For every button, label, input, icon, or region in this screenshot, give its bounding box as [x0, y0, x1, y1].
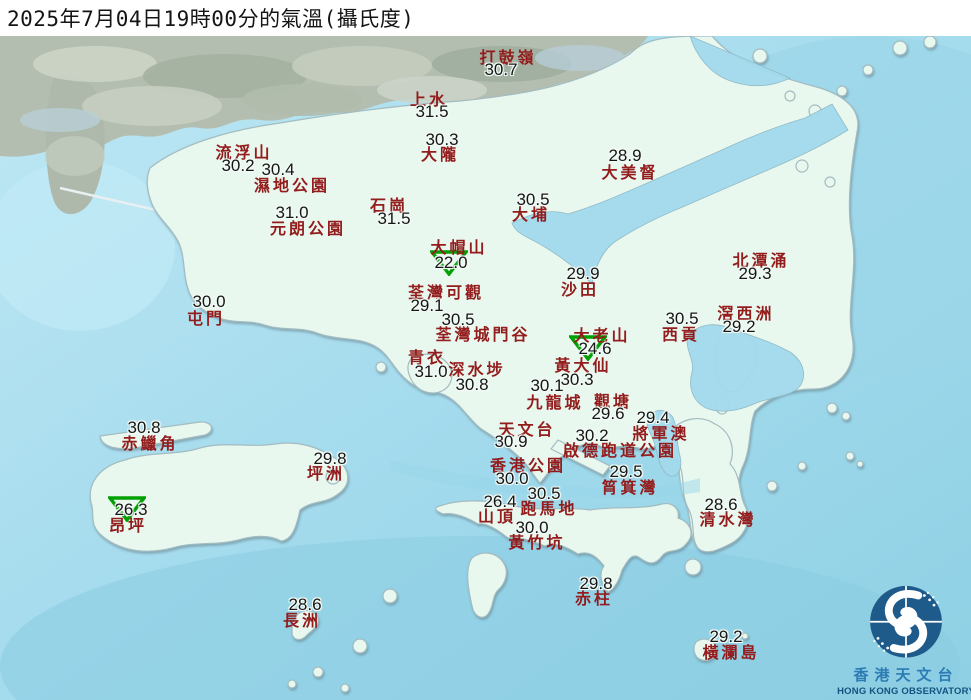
station-value: 29.4: [636, 408, 669, 428]
station-value: 29.9: [566, 264, 599, 284]
title-bar: 2025年7月04日19時00分的氣溫(攝氏度): [0, 0, 971, 36]
station-value: 30.0: [192, 292, 225, 312]
page-title: 2025年7月04日19時00分的氣溫(攝氏度): [0, 3, 414, 33]
station-value: 30.2: [221, 156, 254, 176]
station-value: 29.8: [313, 449, 346, 469]
hko-logo-name-en: HONG KONG OBSERVATORY: [837, 686, 971, 697]
tung-lung-island: [685, 559, 701, 575]
station-value: 26.3: [114, 500, 147, 520]
station-value: 29.8: [579, 574, 612, 594]
station-value: 30.4: [261, 160, 294, 180]
hko-temperature-map-app: 2025年7月04日19時00分的氣溫(攝氏度): [0, 0, 971, 700]
station-value: 30.9: [494, 432, 527, 452]
hko-logo-name-zh: 香港天文台: [853, 664, 958, 685]
station-value: 31.0: [414, 362, 447, 382]
station-value: 30.5: [665, 309, 698, 329]
station-value: 29.2: [722, 317, 755, 337]
station-value: 30.1: [530, 376, 563, 396]
station-value: 30.5: [516, 190, 549, 210]
station-value: 30.0: [495, 469, 528, 489]
station-value: 30.0: [515, 518, 548, 538]
station-value: 24.6: [578, 339, 611, 359]
station-value: 30.3: [425, 130, 458, 150]
station-value: 29.5: [609, 462, 642, 482]
station-value: 31.5: [415, 102, 448, 122]
station-value: 29.1: [410, 296, 443, 316]
station-value: 31.0: [275, 203, 308, 223]
station-value: 29.2: [709, 627, 742, 647]
station-value: 29.3: [738, 264, 771, 284]
station-value: 31.5: [377, 209, 410, 229]
station-value: 26.4: [483, 492, 516, 512]
station-value: 30.3: [560, 370, 593, 390]
hko-logo: 香港天文台 HONG KONG OBSERVATORY: [845, 585, 967, 697]
station-value: 28.6: [288, 595, 321, 615]
station-value: 30.5: [441, 310, 474, 330]
station-value: 28.6: [704, 495, 737, 515]
map-region: 30.7打鼓嶺31.5上水30.3大隴30.2流浮山30.4濕地公園31.0元朗…: [0, 36, 971, 700]
station-value: 30.7: [484, 60, 517, 80]
hko-logo-icon: [861, 585, 951, 662]
station-value: 29.6: [591, 404, 624, 424]
station-value: 22.0: [434, 253, 467, 273]
station-value: 30.2: [575, 426, 608, 446]
station-value: 30.8: [127, 418, 160, 438]
station-value: 30.8: [455, 375, 488, 395]
station-value: 28.9: [608, 146, 641, 166]
station-value: 30.5: [527, 484, 560, 504]
